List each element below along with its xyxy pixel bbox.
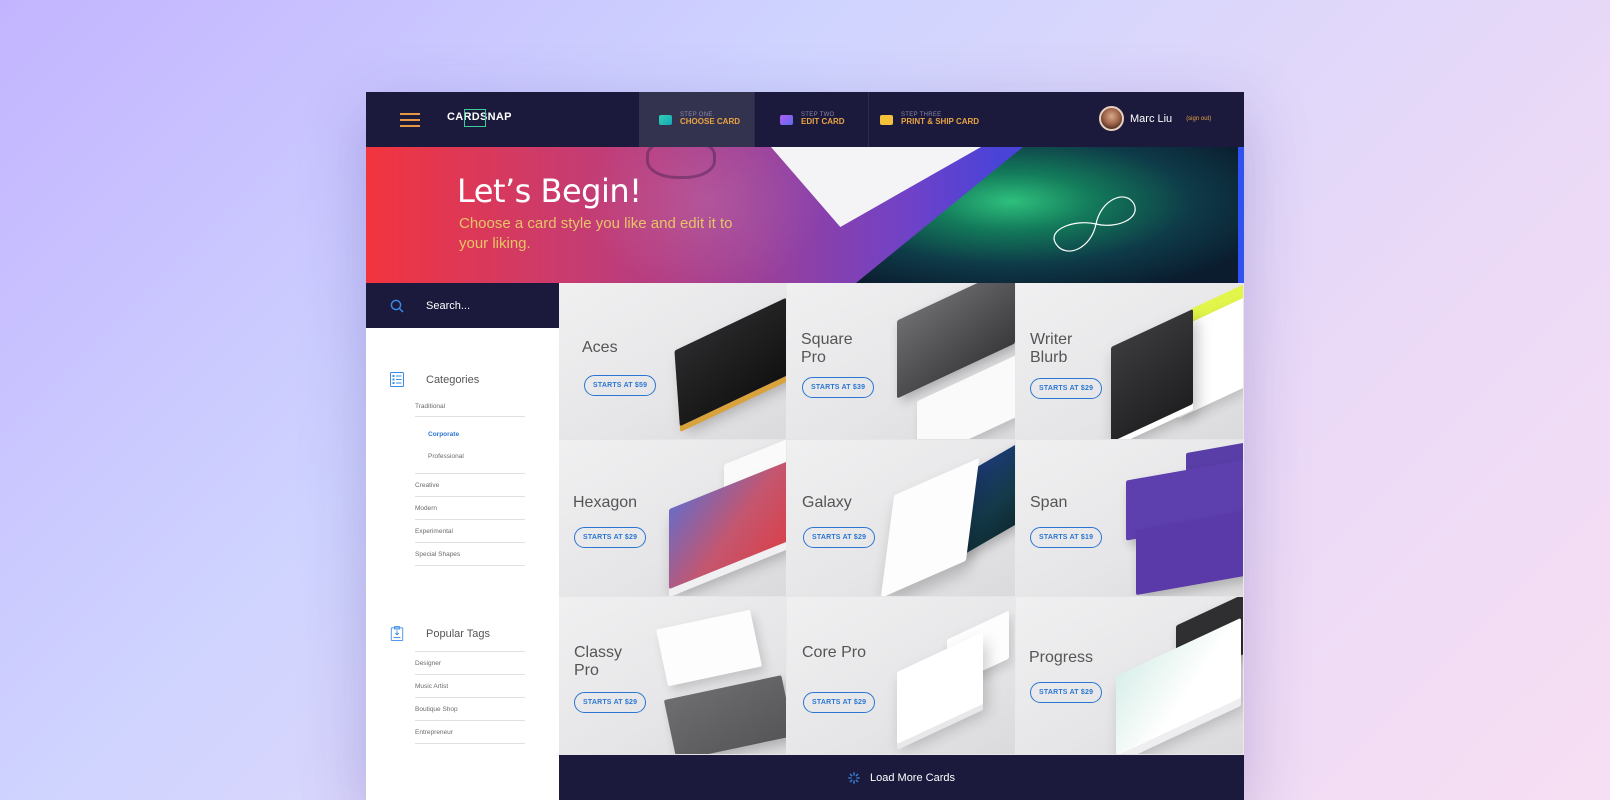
edit-card-icon [780,114,793,125]
truck-icon [880,114,893,125]
hero-accent-edge [1238,147,1244,283]
card-grid: Aces STARTS AT $59 Square Pro STARTS AT … [559,283,1244,755]
categories-header: Categories [390,372,479,387]
step-divider [754,92,755,147]
card-mockup [897,631,983,745]
card-tile-classy-pro[interactable]: Classy Pro STARTS AT $29 [559,597,787,755]
card-tile-progress[interactable]: Progress STARTS AT $29 [1016,597,1244,755]
card-title: Aces [582,339,618,356]
category-special-shapes[interactable]: Special Shapes [415,543,525,566]
price-button[interactable]: STARTS AT $39 [802,377,875,398]
app-window: CARDSNAP STEP ONE CHOOSE CARD STEP TWO E… [366,92,1244,800]
tag-designer[interactable]: Designer [415,652,525,675]
card-title: Classy Pro [574,644,623,680]
card-title: Writer Blurb [1030,331,1073,367]
category-modern[interactable]: Modern [415,497,525,520]
category-experimental[interactable]: Experimental [415,520,525,543]
card-title: Hexagon [573,494,638,511]
price-button[interactable]: STARTS AT $29 [1030,378,1103,399]
step-choose-card[interactable]: STEP ONE CHOOSE CARD [639,92,754,147]
card-title: Galaxy [802,494,852,511]
card-tile-core-pro[interactable]: Core Pro STARTS AT $29 [787,597,1016,755]
menu-icon[interactable] [400,113,420,127]
step-one-label: CHOOSE CARD [680,117,741,127]
load-more-button[interactable]: Load More Cards [559,755,1244,800]
user-menu: Marc Liu (sign out) [1099,106,1211,131]
card-title: Progress [1029,649,1094,666]
card-mockup [674,297,786,427]
search-icon[interactable] [390,299,404,313]
category-list: Traditional Corporate Professional Creat… [415,399,525,566]
price-button[interactable]: STARTS AT $29 [803,527,876,548]
load-more-label: Load More Cards [870,771,955,784]
step-two-label: EDIT CARD [801,117,845,127]
category-corporate[interactable]: Corporate [415,417,525,439]
user-name[interactable]: Marc Liu [1130,113,1172,125]
card-mockup [880,458,980,596]
card-tile-aces[interactable]: Aces STARTS AT $59 [559,283,787,440]
card-tile-hexagon[interactable]: Hexagon STARTS AT $29 [559,440,787,597]
card-tile-galaxy[interactable]: Galaxy STARTS AT $29 [787,440,1016,597]
card-title: Span [1030,494,1068,511]
search-input[interactable] [426,299,546,312]
card-title: Square Pro [801,331,853,367]
sign-out-link[interactable]: (sign out) [1186,116,1211,122]
glasses-illustration [646,147,716,179]
tag-boutique-shop[interactable]: Boutique Shop [415,698,525,721]
popular-tags-title: Popular Tags [426,627,491,640]
tag-list: Designer Music Artist Boutique Shop Entr… [415,651,525,744]
category-creative[interactable]: Creative [415,474,525,497]
avatar[interactable] [1099,106,1124,131]
hero-title: Let’s Begin! [457,172,642,210]
card-mockup [1111,308,1193,439]
price-button[interactable]: STARTS AT $19 [1030,527,1103,548]
popular-tags-header: Popular Tags [390,626,490,641]
hero-subtitle: Choose a card style you like and edit it… [459,215,733,252]
card-mockup [656,609,762,687]
category-traditional[interactable]: Traditional [415,399,525,417]
card-icon [659,114,672,125]
price-button[interactable]: STARTS AT $29 [574,527,647,548]
card-mockup [663,675,786,754]
infinity-icon [1053,196,1136,252]
hero-banner: Let’s Begin! Choose a card style you lik… [366,147,1244,283]
sidebar: Categories Traditional Corporate Profess… [366,283,559,800]
clipboard-icon [390,626,404,641]
step-edit-card[interactable]: STEP TWO EDIT CARD [760,92,860,147]
spinner-icon [848,771,860,784]
tag-entrepreneur[interactable]: Entrepreneur [415,721,525,744]
tag-music-artist[interactable]: Music Artist [415,675,525,698]
card-tile-span[interactable]: Span STARTS AT $19 [1016,440,1244,597]
step-print-ship[interactable]: STEP THREE PRINT & SHIP CARD [860,92,990,147]
logo-frame [464,109,486,127]
category-professional[interactable]: Professional [415,439,525,474]
price-button[interactable]: STARTS AT $29 [803,692,876,713]
list-icon [390,372,404,387]
card-title: Core Pro [802,644,867,661]
search-bar [366,283,559,328]
top-nav: CARDSNAP STEP ONE CHOOSE CARD STEP TWO E… [366,92,1244,147]
card-tile-writer-blurb[interactable]: Writer Blurb STARTS AT $29 [1016,283,1244,440]
step-three-label: PRINT & SHIP CARD [901,117,980,127]
price-button[interactable]: STARTS AT $29 [574,692,647,713]
categories-title: Categories [426,373,480,386]
card-tile-square-pro[interactable]: Square Pro STARTS AT $39 [787,283,1016,440]
price-button[interactable]: STARTS AT $29 [1030,682,1103,703]
price-button[interactable]: STARTS AT $59 [584,375,657,396]
